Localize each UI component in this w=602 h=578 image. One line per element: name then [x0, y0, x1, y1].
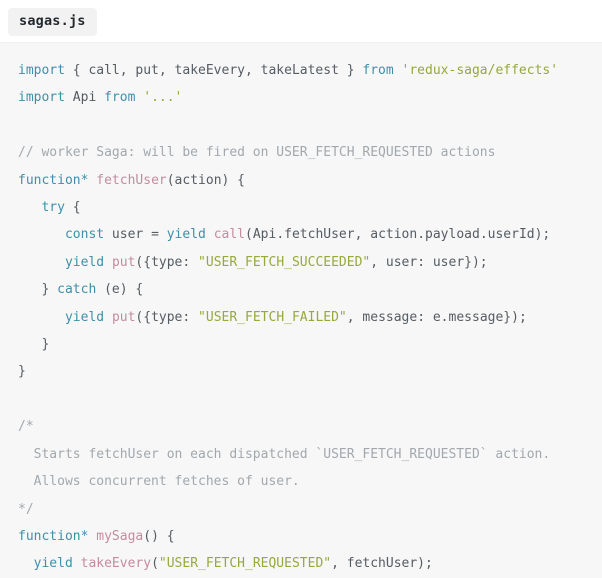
code-token-kw: yield [166, 227, 206, 243]
file-tab-sagas-js[interactable]: sagas.js [8, 8, 97, 36]
code-token-str: 'redux-saga/effects' [401, 63, 559, 78]
code-token-kw: const [64, 227, 105, 243]
code-token-plain: ( [151, 556, 159, 572]
code-token-kw: function* [18, 172, 89, 188]
code-line: function* mySaga() { [18, 523, 592, 550]
code-line: yield put({type: "USER_FETCH_SUCCEEDED",… [18, 249, 592, 276]
code-token-plain: } [18, 337, 50, 353]
code-token-cmt: // worker Saga: will be fired on USER_FE… [18, 145, 496, 161]
code-line: Allows concurrent fetches of user. [18, 468, 592, 495]
code-token-fn: call [213, 227, 246, 243]
code-token-fn: takeEvery [80, 556, 152, 572]
code-line: } [18, 331, 592, 358]
code-line: import Api from '...' [18, 84, 592, 111]
code-token-plain: ({type: [135, 309, 199, 325]
code-line: try { [18, 194, 592, 221]
code-token-plain: ({type: [135, 254, 199, 270]
code-token-str: '...' [143, 90, 183, 106]
code-token-plain: Api [64, 90, 105, 106]
code-line: yield takeEvery("USER_FETCH_REQUESTED", … [18, 550, 592, 577]
code-block: import { call, put, takeEvery, takeLates… [0, 42, 602, 578]
code-token-kw: yield [33, 556, 73, 572]
code-token-kw: from [362, 63, 394, 78]
code-line: Starts fetchUser on each dispatched `USE… [18, 441, 592, 468]
code-token-plain: , message: e.message}); [346, 309, 527, 325]
code-token-plain: } [18, 282, 58, 298]
code-token-str: "USER_FETCH_FAILED" [198, 309, 347, 325]
code-token-str: "USER_FETCH_SUCCEEDED" [198, 254, 371, 270]
code-token-plain: (e) { [96, 282, 144, 298]
code-token-plain: user = [104, 227, 167, 243]
code-line: function* fetchUser(action) { [18, 167, 592, 194]
code-token-cmt: */ [18, 501, 34, 517]
code-token-str: "USER_FETCH_REQUESTED" [158, 556, 332, 572]
file-tab-bar: sagas.js [0, 0, 602, 42]
code-token-fn: mySaga [96, 528, 144, 544]
code-token-kw: try [41, 200, 65, 216]
code-token-plain: } [18, 364, 26, 380]
code-token-plain: , fetchUser); [331, 556, 433, 572]
code-line: yield put({type: "USER_FETCH_FAILED", me… [18, 304, 592, 331]
code-token-plain: , user: user}); [370, 254, 488, 270]
code-line: const user = yield call(Api.fetchUser, a… [18, 221, 592, 248]
code-lines: import { call, put, takeEvery, takeLates… [18, 57, 592, 578]
code-token-plain: (Api.fetchUser, action.payload.userId); [245, 227, 551, 243]
code-token-plain: { [64, 200, 81, 216]
code-token-kw: function* [18, 528, 89, 544]
code-token-kw: yield [64, 309, 105, 325]
code-token-plain: (action) { [166, 172, 246, 188]
code-token-cmt: Starts fetchUser on each dispatched `USE… [18, 446, 551, 462]
code-token-fn: put [111, 309, 136, 325]
code-line: import { call, put, takeEvery, takeLates… [18, 57, 592, 84]
code-line: // worker Saga: will be fired on USER_FE… [18, 139, 592, 166]
code-token-cmt: /* [18, 419, 34, 435]
code-token-cmt: Allows concurrent fetches of user. [18, 474, 300, 490]
code-token-fn: fetchUser [96, 172, 167, 188]
code-token-kw: import [18, 90, 65, 106]
code-token-fn: put [111, 254, 136, 270]
code-line: } [18, 358, 592, 385]
code-token-plain: () { [143, 528, 175, 544]
code-token-kw: from [104, 90, 136, 106]
code-line: } catch (e) { [18, 276, 592, 303]
code-token-kw: catch [57, 282, 97, 298]
code-token-plain: { call, put, takeEvery, takeLatest } [64, 63, 363, 78]
code-token-kw: yield [64, 254, 105, 270]
code-content[interactable]: import { call, put, takeEvery, takeLates… [0, 57, 602, 578]
code-token-kw: import [18, 63, 65, 78]
code-line: /* [18, 413, 592, 440]
code-snippet-viewer: sagas.js import { call, put, takeEvery, … [0, 0, 602, 578]
code-line: */ [18, 496, 592, 523]
